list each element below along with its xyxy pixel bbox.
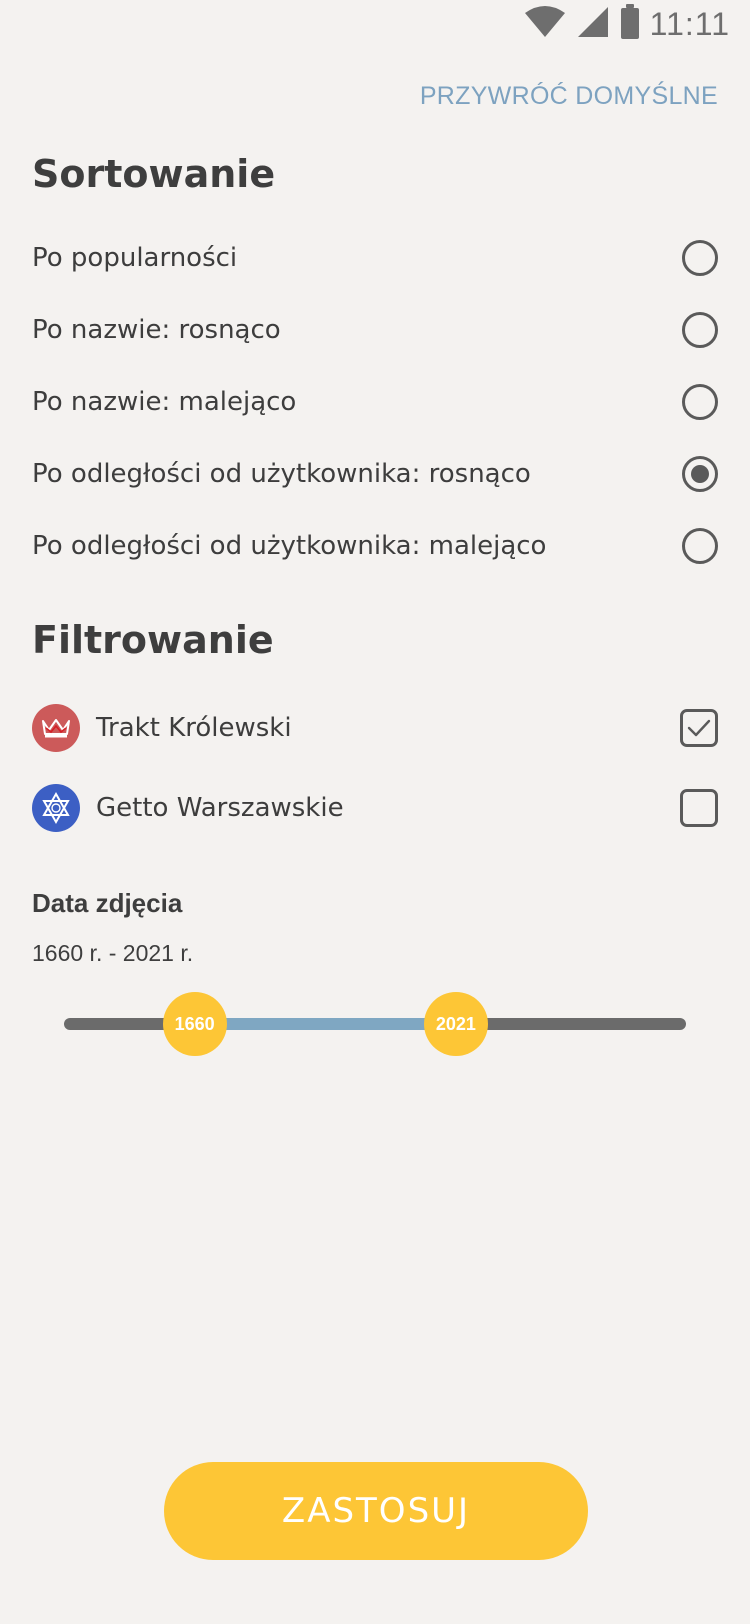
sort-option-name-asc[interactable]: Po nazwie: rosnąco — [32, 300, 718, 360]
sorting-title: Sortowanie — [32, 152, 276, 196]
slider-max-handle[interactable]: 2021 — [423, 992, 488, 1056]
photo-date-title: Data zdjęcia — [32, 888, 183, 918]
sort-option-label: Po popularności — [32, 243, 238, 273]
sort-option-name-desc[interactable]: Po nazwie: malejąco — [32, 372, 718, 432]
cellular-signal-icon — [576, 5, 610, 43]
slider-selected-range — [194, 1018, 456, 1030]
sort-option-label: Po nazwie: malejąco — [32, 387, 297, 417]
radio-button[interactable] — [682, 312, 718, 348]
radio-button[interactable] — [682, 384, 718, 420]
apply-button[interactable]: ZASTOSUJ — [164, 1462, 588, 1560]
filter-route-getto-warszawskie[interactable]: Getto Warszawskie — [32, 778, 718, 838]
wifi-icon — [524, 5, 566, 43]
sort-option-label: Po odległości od użytkownika: malejąco — [32, 531, 547, 561]
radio-button[interactable] — [682, 528, 718, 564]
filtering-title: Filtrowanie — [32, 618, 274, 662]
route-label: Trakt Królewski — [96, 713, 292, 743]
checkbox-checked[interactable] — [680, 709, 718, 747]
route-info: Getto Warszawskie — [32, 784, 344, 832]
status-bar: 11:11 — [0, 0, 750, 48]
photo-date-range: 1660 r. - 2021 r. — [32, 940, 194, 966]
route-label: Getto Warszawskie — [96, 793, 344, 823]
radio-dot — [691, 465, 709, 483]
sort-option-label: Po odległości od użytkownika: rosnąco — [32, 459, 531, 489]
radio-button-selected[interactable] — [682, 456, 718, 492]
radio-button[interactable] — [682, 240, 718, 276]
sort-option-popularity[interactable]: Po popularności — [32, 228, 718, 288]
sort-option-label: Po nazwie: rosnąco — [32, 315, 281, 345]
route-info: Trakt Królewski — [32, 704, 292, 752]
reset-defaults-button[interactable]: PRZYWRÓĆ DOMYŚLNE — [420, 82, 718, 111]
filter-route-trakt-krolewski[interactable]: Trakt Królewski — [32, 698, 718, 758]
checkbox-unchecked[interactable] — [680, 789, 718, 827]
status-icons: 11:11 — [524, 4, 730, 44]
star-of-david-icon — [32, 784, 80, 832]
year-range-slider[interactable]: 1660 2021 — [64, 992, 686, 1056]
slider-min-handle[interactable]: 1660 — [162, 992, 227, 1056]
battery-icon — [620, 4, 640, 44]
sort-option-distance-desc[interactable]: Po odległości od użytkownika: malejąco — [32, 516, 718, 576]
sort-option-distance-asc[interactable]: Po odległości od użytkownika: rosnąco — [32, 444, 718, 504]
status-time: 11:11 — [649, 5, 730, 42]
crown-icon — [32, 704, 80, 752]
